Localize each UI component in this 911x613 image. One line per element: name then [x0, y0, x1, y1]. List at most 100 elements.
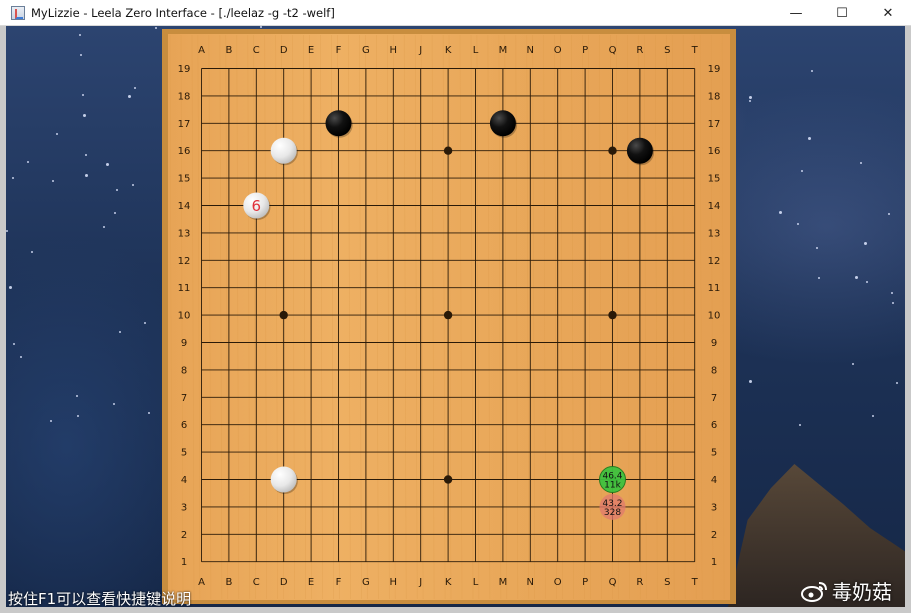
star-dot [79, 34, 81, 36]
star-dot [13, 343, 15, 345]
column-label-bottom: S [664, 577, 670, 588]
window-controls: — ☐ ✕ [773, 0, 911, 26]
column-label-bottom: C [253, 577, 260, 588]
last-move-number: 6 [252, 197, 262, 215]
star-dot [888, 213, 890, 215]
row-label-left: 4 [181, 475, 187, 486]
star-point [443, 475, 453, 484]
star-dot [9, 286, 12, 289]
weibo-watermark: 毒奶菇 [800, 576, 892, 605]
row-label-right: 16 [708, 146, 721, 157]
star-dot [76, 395, 78, 397]
star-dot [85, 154, 87, 156]
row-label-right: 5 [711, 448, 717, 459]
star-dot [128, 95, 131, 98]
star-dot [811, 70, 813, 72]
row-label-right: 2 [711, 530, 717, 541]
star-dot [114, 212, 116, 214]
star-dot [860, 162, 862, 164]
row-label-right: 9 [711, 338, 717, 349]
window-frame-right [905, 26, 911, 613]
star-dot [891, 292, 893, 294]
white-stone-d4[interactable] [270, 466, 297, 493]
star-dot [749, 380, 752, 383]
column-label-top: R [636, 45, 643, 56]
column-label-top: D [280, 45, 288, 56]
row-label-right: 17 [708, 119, 721, 130]
column-label-top: L [473, 45, 479, 56]
star-dot [12, 177, 14, 179]
row-label-right: 10 [708, 311, 721, 322]
star-dot [132, 184, 134, 186]
column-label-top: Q [609, 45, 617, 56]
black-stone-m17[interactable] [489, 110, 516, 137]
column-label-bottom: Q [609, 577, 617, 588]
black-stone-r16[interactable] [626, 137, 653, 164]
column-label-bottom: T [691, 577, 699, 588]
column-label-bottom: J [418, 577, 422, 588]
row-label-left: 8 [181, 365, 187, 376]
column-label-bottom: G [362, 577, 370, 588]
star-dot [83, 114, 86, 117]
star-dot [866, 281, 868, 283]
star-dot [148, 412, 150, 414]
column-label-top: J [418, 45, 422, 56]
column-label-top: O [554, 45, 562, 56]
suggestion-playouts: 11k [604, 481, 621, 491]
column-label-bottom: L [473, 577, 479, 588]
star-dot [896, 382, 898, 384]
row-label-left: 2 [181, 530, 187, 541]
maximize-button[interactable]: ☐ [819, 0, 865, 26]
black-stone-f17[interactable] [325, 110, 352, 137]
row-label-left: 14 [178, 201, 191, 212]
row-label-right: 14 [708, 201, 721, 212]
star-point [279, 310, 288, 320]
star-dot [808, 137, 811, 140]
row-label-right: 18 [708, 91, 721, 102]
column-label-top: M [499, 45, 508, 56]
column-label-bottom: P [582, 577, 588, 588]
row-label-left: 1 [181, 557, 187, 568]
star-dot [779, 211, 782, 214]
star-dot [872, 415, 874, 417]
star-point [608, 146, 617, 155]
star-dot [27, 161, 29, 163]
go-board[interactable]: AABBCCDDEEFFGGHHJJKKLLMMNNOOPPQQRRSSTT19… [162, 29, 736, 604]
column-label-bottom: F [336, 577, 342, 588]
star-point [443, 310, 453, 320]
column-label-bottom: R [636, 577, 643, 588]
star-dot [31, 251, 33, 253]
column-label-bottom: A [198, 577, 205, 588]
row-label-left: 12 [178, 256, 191, 267]
column-label-top: E [308, 45, 314, 56]
close-button[interactable]: ✕ [865, 0, 911, 26]
white-stone-d16[interactable] [270, 137, 297, 164]
row-label-left: 9 [181, 338, 187, 349]
title-bar: MyLizzie - Leela Zero Interface - [./lee… [0, 0, 911, 26]
column-label-bottom: B [225, 577, 232, 588]
column-label-top: N [527, 45, 534, 56]
star-dot [797, 223, 799, 225]
star-point [443, 146, 453, 155]
row-label-right: 15 [708, 174, 721, 185]
row-label-left: 6 [181, 420, 187, 431]
shortcut-hint: 按住F1可以查看快捷键说明 [8, 590, 192, 608]
column-label-top: F [336, 45, 342, 56]
row-label-left: 16 [178, 146, 191, 157]
row-label-left: 15 [178, 174, 191, 185]
java-app-icon [11, 5, 25, 20]
row-label-left: 10 [178, 311, 191, 322]
row-label-right: 8 [711, 365, 717, 376]
column-label-bottom: N [527, 577, 534, 588]
star-dot [864, 242, 867, 245]
star-point [608, 310, 617, 320]
row-label-left: 11 [178, 283, 191, 294]
row-label-left: 3 [181, 502, 187, 513]
column-label-top: K [445, 45, 452, 56]
star-dot [56, 133, 58, 135]
minimize-button[interactable]: — [773, 0, 819, 26]
row-label-left: 13 [178, 228, 191, 239]
star-dot [119, 331, 121, 333]
star-dot [260, 26, 262, 28]
star-dot [816, 247, 818, 249]
